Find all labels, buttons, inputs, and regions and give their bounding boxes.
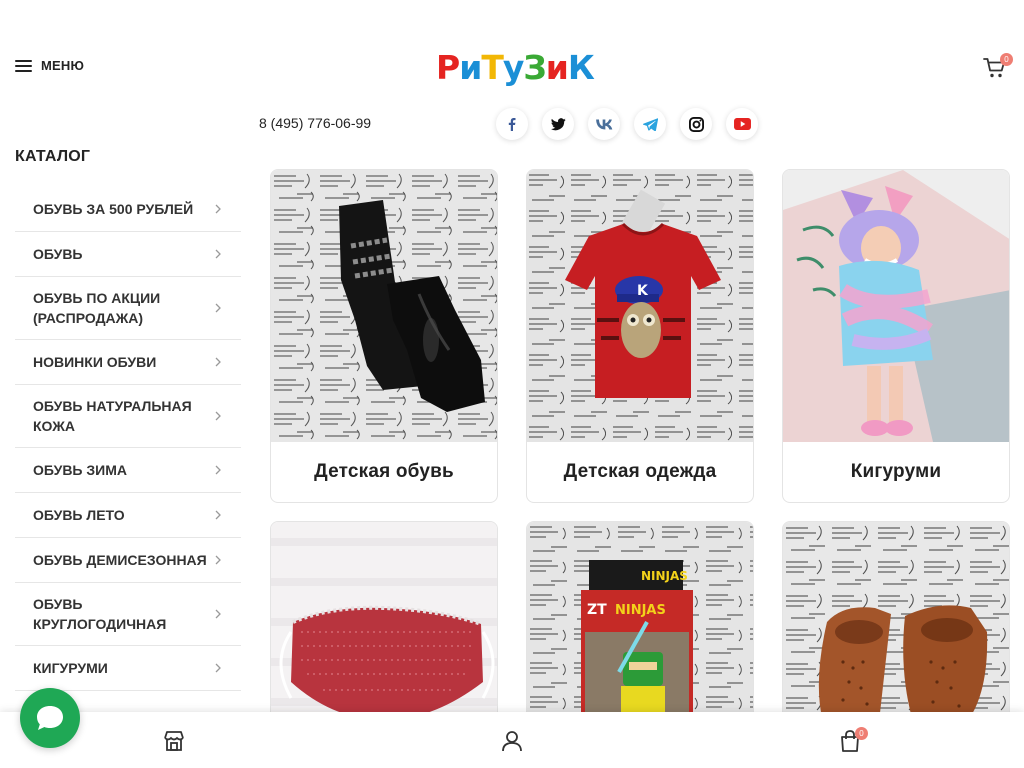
svg-text:NINJAS: NINJAS (615, 603, 666, 618)
catalog-title: КАТАЛОГ (15, 148, 91, 165)
logo-letter: Т (481, 48, 503, 87)
bottom-nav-bar (0, 712, 1024, 768)
category-card[interactable]: Детская обувь (270, 169, 498, 503)
chevron-right-icon (215, 249, 221, 259)
cart-count-badge: 0 (855, 727, 868, 740)
logo-letter: и (545, 48, 569, 87)
catalog-item[interactable]: ОБУВЬ ЗИМА (15, 448, 241, 493)
twitter-link[interactable] (542, 108, 574, 140)
facebook-link[interactable] (496, 108, 528, 140)
telegram-link[interactable] (634, 108, 666, 140)
catalog-item[interactable]: ОБУВЬ НАТУРАЛЬНАЯ КОЖА (15, 385, 241, 448)
chat-button[interactable] (20, 688, 80, 748)
telegram-icon (642, 117, 658, 131)
catalog-item[interactable]: ОБУВЬ ЗА 500 РУБЛЕЙ (15, 187, 241, 232)
logo-letter: у (502, 48, 524, 87)
catalog-item[interactable]: ОБУВЬ (15, 232, 241, 277)
hamburger-icon (15, 59, 32, 73)
chevron-right-icon (215, 510, 221, 520)
logo-letter: Р (436, 48, 460, 87)
catalog-item-label: ОБУВЬ ДЕМИСЕЗОННАЯ (33, 552, 207, 568)
youtube-link[interactable] (726, 108, 758, 140)
menu-label: МЕНЮ (41, 58, 85, 73)
category-image: K (527, 170, 753, 442)
catalog-item-label: НОВИНКИ ОБУВИ (33, 354, 157, 370)
youtube-icon (733, 118, 751, 130)
catalog-item-label: ОБУВЬ (33, 246, 83, 262)
logo-letter: К (567, 48, 595, 87)
category-title: Детская одежда (563, 461, 717, 482)
cart-count-badge: 0 (1000, 53, 1013, 66)
chevron-right-icon (215, 411, 221, 421)
vk-icon (595, 119, 612, 129)
chevron-right-icon (215, 204, 221, 214)
catalog-item-label: ОБУВЬ КРУГЛОГОДИЧНАЯ (33, 596, 167, 632)
user-icon[interactable] (500, 729, 524, 753)
chat-bubble-icon (37, 706, 63, 730)
instagram-link[interactable] (680, 108, 712, 140)
category-image (783, 522, 1009, 720)
site-header: МЕНЮ РиТуЗиК 0 (0, 0, 1024, 110)
twitter-icon (550, 117, 566, 130)
category-card[interactable] (270, 521, 498, 721)
chevron-right-icon (215, 609, 221, 619)
phone-number[interactable]: 8 (495) 776-06-99 (259, 115, 371, 131)
site-logo[interactable]: РиТуЗиК (436, 48, 595, 88)
chevron-right-icon (215, 357, 221, 367)
store-icon[interactable] (162, 729, 186, 753)
catalog-list: ОБУВЬ ЗА 500 РУБЛЕЙ ОБУВЬ ОБУВЬ ПО АКЦИИ (… (15, 187, 241, 691)
category-title: Детская обувь (314, 461, 454, 482)
category-grid: Детская обувь K Детская одежда Кигуруми … (270, 169, 1010, 721)
chevron-right-icon (215, 555, 221, 565)
catalog-item-label: ОБУВЬ НАТУРАЛЬНАЯ КОЖА (33, 398, 192, 434)
catalog-item[interactable]: КИГУРУМИ (15, 646, 241, 691)
social-links (496, 108, 758, 140)
category-image (271, 170, 497, 442)
catalog-item-label: ОБУВЬ ЗИМА (33, 462, 127, 478)
category-card[interactable] (782, 521, 1010, 721)
facebook-icon (508, 118, 516, 131)
catalog-item-label: ОБУВЬ ЗА 500 РУБЛЕЙ (33, 201, 194, 217)
catalog-item[interactable]: ОБУВЬ ПО АКЦИИ (РАСПРОДАЖА) (15, 277, 241, 340)
logo-letter: и (459, 48, 482, 87)
category-card[interactable]: NINJAS ZT NINJAS (526, 521, 754, 721)
vk-link[interactable] (588, 108, 620, 140)
category-image: NINJAS ZT NINJAS (527, 522, 753, 720)
catalog-item-label: ОБУВЬ ЛЕТО (33, 507, 125, 523)
svg-text:NINJAS: NINJAS (641, 569, 688, 583)
category-title: Кигуруми (850, 461, 942, 482)
category-image (783, 170, 1009, 442)
instagram-icon (688, 116, 704, 132)
category-card[interactable]: Кигуруми (782, 169, 1010, 503)
category-card[interactable]: K Детская одежда (526, 169, 754, 503)
catalog-item[interactable]: ОБУВЬ КРУГЛОГОДИЧНАЯ (15, 583, 241, 646)
chevron-right-icon (215, 465, 221, 475)
chevron-right-icon (215, 303, 221, 313)
svg-text:K: K (637, 283, 649, 299)
catalog-item-label: ОБУВЬ ПО АКЦИИ (РАСПРОДАЖА) (33, 290, 161, 326)
catalog-item-label: КИГУРУМИ (33, 660, 108, 676)
catalog-item[interactable]: НОВИНКИ ОБУВИ (15, 340, 241, 385)
catalog-sidebar: КАТАЛОГ ОБУВЬ ЗА 500 РУБЛЕЙ ОБУВЬ ОБУВЬ ПО… (15, 148, 241, 691)
catalog-item[interactable]: ОБУВЬ ЛЕТО (15, 493, 241, 538)
catalog-item[interactable]: ОБУВЬ ДЕМИСЕЗОННАЯ (15, 538, 241, 583)
category-image (271, 522, 497, 720)
svg-text:ZT: ZT (587, 602, 607, 618)
menu-button[interactable]: МЕНЮ (15, 58, 84, 73)
chevron-right-icon (215, 663, 221, 673)
logo-letter: З (523, 48, 546, 87)
